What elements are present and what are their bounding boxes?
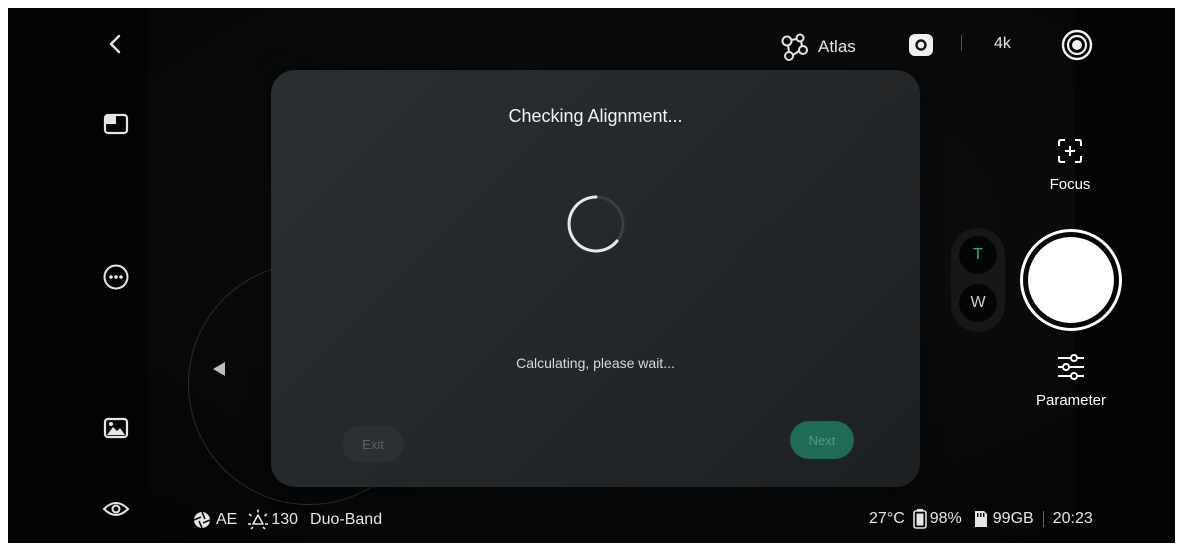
topbar-divider bbox=[961, 35, 962, 51]
gallery-button[interactable] bbox=[98, 410, 134, 446]
camera-screen: Atlas 4k Checking Alignment... Calculati… bbox=[8, 8, 1175, 543]
exposure-mode: AE bbox=[216, 511, 238, 528]
capture-mode-button[interactable] bbox=[909, 34, 933, 56]
clock-time: 20:23 bbox=[1052, 510, 1093, 527]
atlas-button[interactable]: Atlas bbox=[778, 32, 856, 62]
dialog-title: Checking Alignment... bbox=[508, 106, 683, 126]
triangle-left-icon bbox=[213, 362, 225, 376]
shutter-button[interactable] bbox=[1020, 229, 1122, 331]
battery-icon bbox=[912, 509, 927, 529]
alignment-dialog: Checking Alignment... Calculating, pleas… bbox=[271, 70, 920, 487]
zoom-selector: T W bbox=[951, 228, 1005, 332]
split-window-icon bbox=[103, 113, 129, 135]
back-button[interactable] bbox=[98, 26, 134, 62]
lens-button[interactable] bbox=[1060, 28, 1094, 62]
camera-mode-icon bbox=[909, 34, 933, 56]
focus-label: Focus bbox=[1049, 176, 1091, 193]
focus-frame-icon bbox=[1058, 139, 1082, 163]
more-button[interactable] bbox=[98, 259, 134, 295]
parameter-button[interactable]: Parameter bbox=[1020, 354, 1122, 409]
storage-remaining: 99GB bbox=[992, 510, 1034, 527]
shutter-inner bbox=[1028, 237, 1114, 323]
molecule-icon bbox=[781, 33, 808, 61]
atlas-label: Atlas bbox=[818, 37, 856, 56]
wide-button[interactable]: W bbox=[959, 284, 997, 322]
eye-icon bbox=[102, 502, 130, 516]
next-button[interactable]: Next bbox=[790, 421, 854, 459]
chevron-left-icon bbox=[109, 34, 121, 54]
resolution-label: 4k bbox=[994, 35, 1011, 52]
dialog-message: Calculating, please wait... bbox=[516, 355, 675, 371]
view-toggle-button[interactable] bbox=[98, 491, 134, 527]
status-divider bbox=[1042, 511, 1044, 527]
sliders-icon bbox=[1058, 354, 1084, 380]
temperature: 27°C bbox=[869, 510, 905, 527]
status-right: 27°C 98% 99GB 20:23 bbox=[869, 509, 1093, 529]
more-dots-icon bbox=[103, 264, 129, 290]
brightness-value: 130 bbox=[271, 511, 299, 528]
status-left: AE 130 Duo-Band bbox=[193, 509, 382, 531]
parameter-label: Parameter bbox=[1035, 392, 1107, 409]
tele-button[interactable]: T bbox=[959, 236, 997, 274]
sd-card-icon bbox=[974, 511, 987, 527]
exit-button[interactable]: Exit bbox=[342, 426, 404, 462]
layout-button[interactable] bbox=[98, 106, 134, 142]
image-icon bbox=[103, 417, 129, 439]
battery-level: 98% bbox=[929, 510, 962, 527]
sun-icon bbox=[248, 509, 269, 530]
pan-left-button[interactable] bbox=[208, 358, 230, 380]
loading-spinner-icon bbox=[567, 195, 625, 253]
focus-button[interactable]: Focus bbox=[1032, 138, 1108, 193]
aperture-icon bbox=[193, 511, 211, 529]
resolution-button[interactable]: 4k bbox=[994, 35, 1011, 53]
target-icon bbox=[1061, 29, 1093, 61]
band-mode: Duo-Band bbox=[310, 511, 383, 528]
